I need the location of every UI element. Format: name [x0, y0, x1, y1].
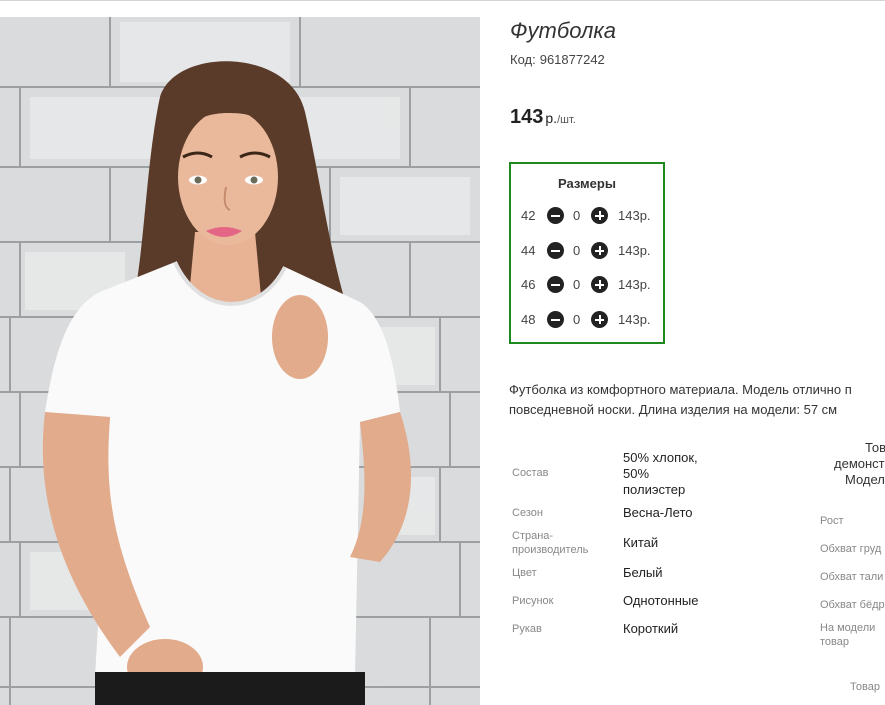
model-params-heading-line: Модел [845, 472, 885, 487]
size-row-42: 42 0 143р. [511, 206, 663, 226]
property-value-sleeve: Короткий [623, 621, 679, 636]
product-title: Футболка [510, 18, 616, 43]
model-param-waist: Обхват тали [820, 571, 884, 583]
size-label: 42 [521, 208, 536, 223]
plus-circle-icon[interactable] [591, 207, 608, 224]
product-price: 143 р./шт. [510, 106, 576, 129]
size-quantity: 0 [573, 208, 581, 223]
property-label-composition: Состав [512, 467, 549, 479]
size-quantity: 0 [573, 243, 581, 258]
minus-circle-icon[interactable] [547, 276, 564, 293]
property-label-sleeve: Рукав [512, 623, 542, 635]
model-param-height: Рост [820, 515, 844, 527]
size-quantity: 0 [573, 312, 581, 327]
top-divider [0, 0, 885, 1]
property-value-line: 50% [623, 466, 650, 481]
plus-circle-icon[interactable] [591, 242, 608, 259]
model-param-hips: Обхват бёдр [820, 599, 885, 611]
property-value-line: полиэстер [623, 482, 686, 497]
property-label-season: Сезон [512, 507, 543, 519]
property-label-line: производитель [512, 544, 589, 556]
model-param-on-model: На модели [820, 622, 876, 634]
size-label: 46 [521, 277, 536, 292]
product-code-label: Код: [510, 52, 536, 67]
size-price: 143р. [618, 243, 651, 258]
model-param-on-model-item: товар [820, 636, 849, 648]
property-label-line: Страна- [512, 530, 554, 542]
product-photo[interactable] [0, 17, 480, 705]
size-row-46: 46 0 143р. [511, 275, 663, 295]
size-quantity: 0 [573, 277, 581, 292]
size-row-48: 48 0 143р. [511, 310, 663, 330]
model-params-heading-line: Тов [865, 440, 885, 455]
property-value-composition: 50% хлопок, 50% полиэстер [623, 450, 698, 498]
model-params-heading: Тов демонст Модел [830, 440, 885, 488]
minus-circle-icon[interactable] [547, 207, 564, 224]
price-value: 143 [510, 106, 544, 128]
property-value-season: Весна-Лето [623, 505, 693, 520]
product-description: Футболка из комфортного материала. Модел… [509, 380, 885, 420]
model-param-chest: Обхват груд [820, 543, 882, 555]
description-line: Футболка из комфортного материала. Модел… [509, 382, 852, 397]
sizes-panel: Размеры 42 0 143р. 44 0 143р. 46 0 143р.… [509, 162, 665, 344]
model-params-heading-line: демонст [834, 456, 885, 471]
property-label-color: Цвет [512, 567, 537, 579]
size-label: 48 [521, 312, 536, 327]
price-unit: р. [545, 110, 558, 126]
size-price: 143р. [618, 312, 651, 327]
size-label: 44 [521, 243, 536, 258]
property-value-color: Белый [623, 565, 663, 580]
product-code: Код: 961877242 [510, 52, 605, 67]
property-label-country: Страна- производитель [512, 529, 588, 557]
plus-circle-icon[interactable] [591, 276, 608, 293]
size-price: 143р. [618, 208, 651, 223]
property-label-pattern: Рисунок [512, 595, 554, 607]
property-value-country: Китай [623, 535, 659, 550]
size-row-44: 44 0 143р. [511, 241, 663, 261]
minus-circle-icon[interactable] [547, 311, 564, 328]
price-per-unit: /шт. [557, 114, 576, 126]
property-value-pattern: Однотонные [623, 593, 699, 608]
size-price: 143р. [618, 277, 651, 292]
minus-circle-icon[interactable] [547, 242, 564, 259]
sizes-title: Размеры [558, 176, 616, 191]
property-value-line: 50% хлопок, [623, 450, 698, 465]
model-param-item: Товар [850, 681, 880, 693]
product-code-value: 961877242 [539, 52, 605, 67]
description-line: повседневной носки. Длина изделия на мод… [509, 402, 838, 417]
plus-circle-icon[interactable] [591, 311, 608, 328]
